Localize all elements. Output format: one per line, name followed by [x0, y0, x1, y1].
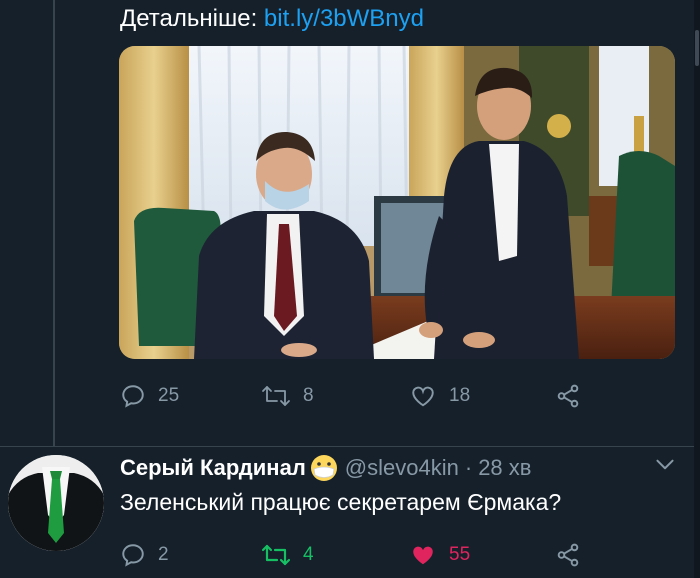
retweet-count: 4	[303, 544, 314, 565]
more-details-label: Детальніше:	[120, 5, 258, 32]
like-icon	[413, 546, 433, 565]
more-options-button[interactable]	[652, 452, 678, 478]
thread-connector-line	[53, 0, 55, 446]
tweet-link[interactable]: bit.ly/3bWBnyd	[264, 5, 424, 32]
mask-emoji-icon	[309, 453, 339, 483]
like-count: 18	[449, 385, 471, 406]
scrollbar[interactable]	[694, 0, 700, 578]
reply-button[interactable]: 25	[120, 378, 179, 414]
avatar-image	[8, 455, 104, 551]
separator-dot: ·	[464, 455, 473, 480]
like-button[interactable]: 55	[409, 537, 470, 573]
retweet-icon	[262, 386, 290, 406]
share-icon	[557, 543, 579, 567]
reply-header: Серый Кардинал @slevo4kin · 28 хв	[120, 452, 531, 484]
timestamp[interactable]: 28 хв	[478, 455, 531, 481]
tweet-photo[interactable]	[119, 46, 675, 359]
retweet-button[interactable]: 4	[261, 537, 314, 573]
retweet-icon	[261, 544, 291, 566]
retweet-button[interactable]: 8	[261, 378, 314, 414]
reply-text: Зеленський працює секретарем Єрмака?	[120, 489, 562, 515]
share-button[interactable]	[554, 537, 582, 573]
scrollbar-thumb[interactable]	[695, 30, 699, 66]
retweet-count: 8	[303, 385, 314, 406]
user-handle[interactable]: @slevo4kin	[345, 455, 459, 481]
like-count: 55	[449, 544, 471, 565]
tweet-actions: 25 8 18	[120, 378, 620, 414]
avatar[interactable]	[8, 455, 104, 551]
share-icon	[557, 384, 579, 408]
reply-count: 2	[158, 544, 169, 565]
like-icon	[412, 386, 434, 407]
tweet-text: Детальніше: bit.ly/3bWBnyd	[120, 2, 424, 36]
reply-icon	[122, 385, 144, 408]
office-photo-illustration	[119, 46, 675, 359]
display-name[interactable]: Серый Кардинал	[120, 455, 306, 481]
reply-icon	[122, 544, 144, 567]
share-button[interactable]	[554, 378, 582, 414]
reply-actions: 2 4 55	[120, 537, 620, 573]
chevron-down-icon	[656, 459, 674, 470]
like-button[interactable]: 18	[409, 378, 470, 414]
reply-count: 25	[158, 385, 180, 406]
reply-button[interactable]: 2	[120, 537, 169, 573]
tweet-divider	[0, 446, 694, 447]
